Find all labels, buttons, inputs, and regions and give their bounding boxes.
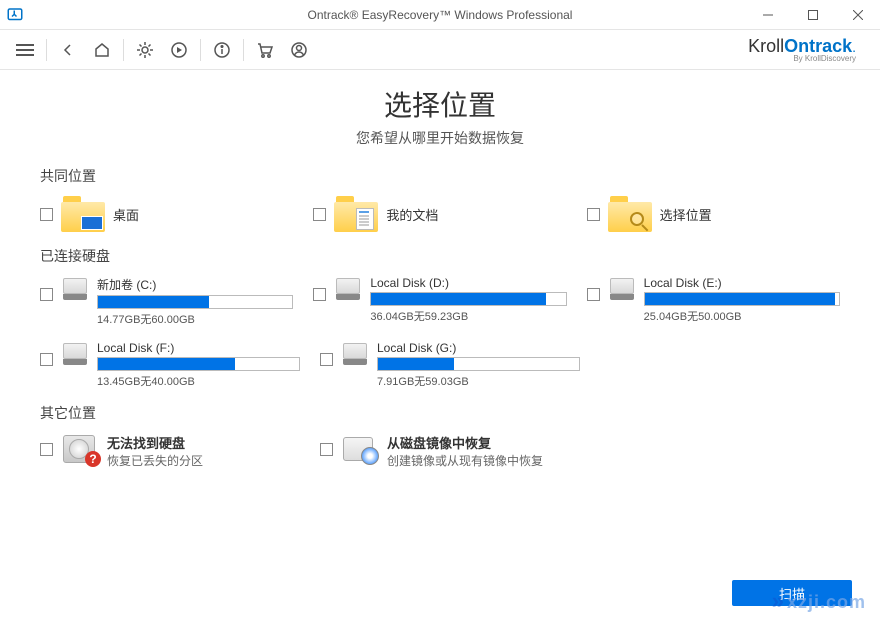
checkbox[interactable] — [320, 353, 333, 366]
other-row: ? 无法找到硬盘 恢复已丢失的分区 从磁盘镜像中恢复 创建镜像或从现有镜像中恢复 — [40, 433, 840, 469]
checkbox[interactable] — [40, 443, 53, 456]
drive-name: Local Disk (F:) — [97, 341, 300, 355]
checkbox[interactable] — [587, 288, 600, 301]
usage-bar — [377, 357, 580, 371]
info-button[interactable] — [207, 35, 237, 65]
checkbox[interactable] — [40, 288, 53, 301]
location-choose[interactable]: 选择位置 — [587, 196, 840, 232]
drive-icon — [608, 278, 636, 300]
brand-prefix: Kroll — [748, 36, 784, 56]
drives-row-2: Local Disk (F:) 13.45GB无40.00GB Local Di… — [40, 341, 840, 389]
usage-bar — [644, 292, 840, 306]
drive-icon — [61, 343, 89, 365]
common-locations-row: 桌面 我的文档 选择位置 — [40, 196, 840, 232]
desktop-folder-icon — [61, 196, 105, 232]
separator — [243, 39, 244, 61]
brand-main: Ontrack — [784, 36, 852, 56]
other-title: 无法找到硬盘 — [107, 433, 203, 452]
checkbox[interactable] — [313, 208, 326, 221]
drive-stats: 25.04GB无50.00GB — [644, 308, 840, 324]
maximize-button[interactable] — [790, 0, 835, 30]
choose-folder-icon — [608, 196, 652, 232]
brand-logo: KrollOntrack. By KrollDiscovery — [748, 37, 870, 63]
drive-stats: 7.91GB无59.03GB — [377, 373, 580, 389]
close-button[interactable] — [835, 0, 880, 30]
titlebar: Ontrack® EasyRecovery™ Windows Professio… — [0, 0, 880, 30]
checkbox[interactable] — [40, 353, 53, 366]
drive-item[interactable]: Local Disk (D:) 36.04GB无59.23GB — [313, 276, 566, 327]
resume-button[interactable] — [164, 35, 194, 65]
separator — [123, 39, 124, 61]
drive-stats: 14.77GB无60.00GB — [97, 311, 293, 327]
location-label: 桌面 — [113, 205, 139, 224]
drive-item[interactable]: Local Disk (E:) 25.04GB无50.00GB — [587, 276, 840, 327]
checkbox[interactable] — [313, 288, 326, 301]
location-documents[interactable]: 我的文档 — [313, 196, 566, 232]
other-title: 从磁盘镜像中恢复 — [387, 433, 543, 452]
user-button[interactable] — [284, 35, 314, 65]
drive-icon — [334, 278, 362, 300]
usage-bar — [97, 357, 300, 371]
checkbox[interactable] — [40, 208, 53, 221]
other-subtitle: 恢复已丢失的分区 — [107, 452, 203, 469]
separator — [200, 39, 201, 61]
scan-button[interactable]: 扫描 — [732, 580, 852, 606]
app-icon — [0, 0, 30, 30]
drive-name: 新加卷 (C:) — [97, 276, 293, 293]
drive-stats: 36.04GB无59.23GB — [370, 308, 566, 324]
drives-row-1: 新加卷 (C:) 14.77GB无60.00GB Local Disk (D:)… — [40, 276, 840, 327]
location-desktop[interactable]: 桌面 — [40, 196, 293, 232]
section-other-title: 其它位置 — [40, 403, 840, 423]
drive-stats: 13.45GB无40.00GB — [97, 373, 300, 389]
page-title: 选择位置 — [40, 84, 840, 124]
other-disk-image[interactable]: 从磁盘镜像中恢复 创建镜像或从现有镜像中恢复 — [320, 433, 640, 469]
other-lost-drive[interactable]: ? 无法找到硬盘 恢复已丢失的分区 — [40, 433, 300, 469]
toolbar: KrollOntrack. By KrollDiscovery — [0, 30, 880, 70]
usage-bar — [370, 292, 566, 306]
separator — [46, 39, 47, 61]
drive-icon — [341, 343, 369, 365]
main-content: 选择位置 您希望从哪里开始数据恢复 共同位置 桌面 我的文档 选择位置 — [0, 70, 880, 469]
drive-item[interactable]: Local Disk (G:) 7.91GB无59.03GB — [320, 341, 580, 389]
disk-image-icon — [341, 433, 379, 465]
brand-byline: By KrollDiscovery — [748, 55, 856, 63]
drive-name: Local Disk (E:) — [644, 276, 840, 290]
documents-folder-icon — [334, 196, 378, 232]
lost-drive-icon: ? — [61, 433, 99, 465]
section-drives-title: 已连接硬盘 — [40, 246, 840, 266]
drive-name: Local Disk (D:) — [370, 276, 566, 290]
location-label: 我的文档 — [386, 205, 438, 224]
minimize-button[interactable] — [745, 0, 790, 30]
cart-button[interactable] — [250, 35, 280, 65]
drive-icon — [61, 278, 89, 300]
home-button[interactable] — [87, 35, 117, 65]
other-subtitle: 创建镜像或从现有镜像中恢复 — [387, 452, 543, 469]
back-button[interactable] — [53, 35, 83, 65]
drive-item[interactable]: 新加卷 (C:) 14.77GB无60.00GB — [40, 276, 293, 327]
menu-button[interactable] — [10, 35, 40, 65]
checkbox[interactable] — [320, 443, 333, 456]
checkbox[interactable] — [587, 208, 600, 221]
window-controls — [745, 0, 880, 30]
page-subtitle: 您希望从哪里开始数据恢复 — [40, 128, 840, 148]
location-label: 选择位置 — [660, 205, 712, 224]
drive-item[interactable]: Local Disk (F:) 13.45GB无40.00GB — [40, 341, 300, 389]
settings-button[interactable] — [130, 35, 160, 65]
section-common-title: 共同位置 — [40, 166, 840, 186]
drive-name: Local Disk (G:) — [377, 341, 580, 355]
usage-bar — [97, 295, 293, 309]
